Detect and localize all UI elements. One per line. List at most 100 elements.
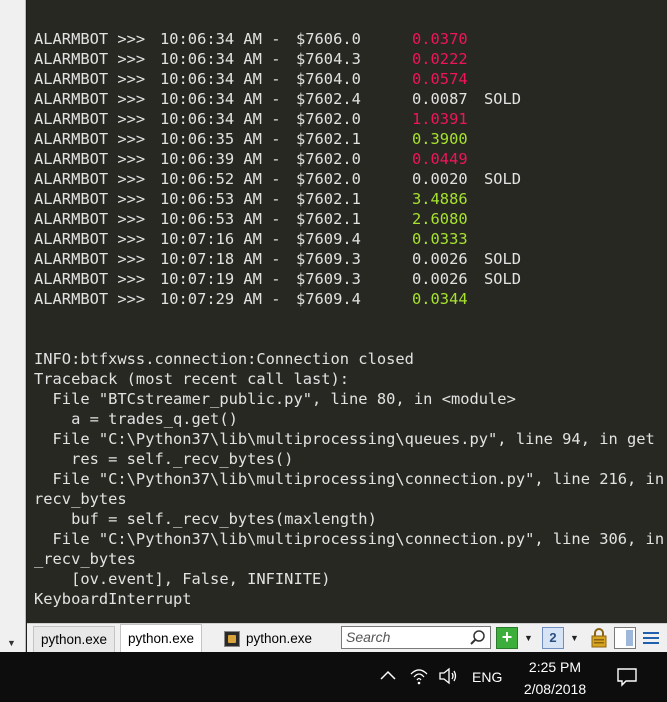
alarm-row: ALARMBOT >>> 10:07:16 AM - $7609.4 0.0333 [34, 229, 667, 249]
alarm-price: $7602.0 [296, 110, 361, 128]
alarm-volume: 0.0026 [412, 270, 468, 288]
alarm-row: ALARMBOT >>> 10:06:34 AM - $7602.4 0.0087 SO… [34, 89, 667, 109]
alarm-note: SOLD [484, 90, 522, 108]
tab-python-1[interactable]: python.exe [33, 626, 116, 652]
traceback-output: INFO:btfxwss.connection:Connection close… [34, 349, 667, 623]
alarm-row: ALARMBOT >>> 10:06:34 AM - $7604.0 0.0574 [34, 69, 667, 89]
alarm-volume: 0.0222 [412, 50, 468, 68]
console-output[interactable]: ALARMBOT >>> 10:06:34 AM - $7606.0 0.0370 AL… [27, 0, 667, 623]
alarm-volume: 0.0333 [412, 230, 468, 248]
alarm-row: ALARMBOT >>> 10:06:39 AM - $7602.0 0.0449 [34, 149, 667, 169]
console-line: _recv_bytes [34, 550, 136, 568]
console-line: File "C:\Python37\lib\multiprocessing\qu… [34, 430, 655, 448]
console-line: KeyboardInterrupt [34, 590, 192, 608]
console-icon [224, 631, 240, 648]
alarm-time: 10:06:34 AM - [160, 110, 281, 128]
alarm-price: $7609.3 [296, 250, 361, 268]
alarm-volume: 0.0020 [412, 170, 468, 188]
alarm-price: $7602.0 [296, 150, 361, 168]
console-line: res = self._recv_bytes() [34, 450, 294, 468]
search-input[interactable]: Search [341, 626, 491, 649]
alarm-price: $7602.1 [296, 210, 361, 228]
alarm-volume: 0.0344 [412, 290, 468, 308]
alarm-time: 10:06:52 AM - [160, 170, 281, 188]
alarm-bot-label: ALARMBOT >>> [34, 290, 146, 308]
alarm-time: 10:07:18 AM - [160, 250, 281, 268]
notifications-icon[interactable] [616, 667, 638, 687]
alarm-time: 10:07:19 AM - [160, 270, 281, 288]
tab-label: python.exe [41, 632, 108, 647]
alarm-time: 10:06:53 AM - [160, 190, 281, 208]
console-line: INFO:btfxwss.connection:Connection close… [34, 350, 414, 368]
alarm-price: $7609.4 [296, 230, 361, 248]
alarm-volume: 0.0574 [412, 70, 468, 88]
alarm-time: 10:07:29 AM - [160, 290, 281, 308]
tab-python-2[interactable]: python.exe [120, 624, 203, 652]
alarm-bot-label: ALARMBOT >>> [34, 130, 146, 148]
clock-time: 2:25 PM [528, 659, 582, 675]
alarm-time: 10:06:39 AM - [160, 150, 281, 168]
alarm-volume: 0.0026 [412, 250, 468, 268]
menu-icon[interactable] [640, 627, 662, 649]
tab-dropdown-icon[interactable]: ▼ [570, 633, 579, 643]
alarm-row: ALARMBOT >>> 10:06:53 AM - $7602.1 2.6080 [34, 209, 667, 229]
tab-label: python.exe [246, 631, 313, 646]
console-tab-bar: python.exe python.exe python.exe Search … [27, 623, 667, 652]
console-line: File "C:\Python37\lib\multiprocessing\co… [34, 470, 665, 488]
volume-icon[interactable] [438, 667, 458, 685]
alarm-bot-label: ALARMBOT >>> [34, 210, 146, 228]
alarm-bot-label: ALARMBOT >>> [34, 50, 146, 68]
alarm-price: $7602.1 [296, 190, 361, 208]
alarm-bot-label: ALARMBOT >>> [34, 30, 146, 48]
chevron-up-icon[interactable] [380, 669, 396, 681]
split-pane-icon[interactable] [614, 627, 636, 649]
console-line: buf = self._recv_bytes(maxlength) [34, 510, 377, 528]
taskbar-clock[interactable]: 2:25 PM 2/08/2018 [510, 656, 600, 700]
alarm-bot-label: ALARMBOT >>> [34, 110, 146, 128]
alarm-price: $7609.3 [296, 270, 361, 288]
alarm-time: 10:06:53 AM - [160, 210, 281, 228]
alarm-row: ALARMBOT >>> 10:07:18 AM - $7609.3 0.0026 SO… [34, 249, 667, 269]
alarm-time: 10:06:35 AM - [160, 130, 281, 148]
search-icon[interactable] [469, 629, 487, 647]
alarm-row: ALARMBOT >>> 10:06:35 AM - $7602.1 0.3900 [34, 129, 667, 149]
alarm-volume: 0.3900 [412, 130, 468, 148]
alarm-volume: 0.0370 [412, 30, 468, 48]
console-line: Traceback (most recent call last): [34, 370, 350, 388]
alarm-volume: 0.0087 [412, 90, 468, 108]
alarm-rows: ALARMBOT >>> 10:06:34 AM - $7606.0 0.0370 AL… [34, 29, 667, 309]
tab-python-3[interactable]: python.exe [217, 626, 319, 652]
scroll-down-arrow-icon[interactable]: ▼ [7, 638, 16, 648]
console-line: recv_bytes [34, 490, 127, 508]
lock-icon[interactable] [588, 627, 610, 649]
alarm-bot-label: ALARMBOT >>> [34, 170, 146, 188]
search-placeholder: Search [346, 629, 391, 645]
alarm-row: ALARMBOT >>> 10:06:34 AM - $7606.0 0.0370 [34, 29, 667, 49]
alarm-bot-label: ALARMBOT >>> [34, 90, 146, 108]
input-language[interactable]: ENG [472, 669, 502, 685]
window-left-frame: ▼ [0, 0, 26, 652]
alarm-time: 10:06:34 AM - [160, 90, 281, 108]
alarm-note: SOLD [484, 170, 522, 188]
alarm-row: ALARMBOT >>> 10:07:19 AM - $7609.3 0.0026 SO… [34, 269, 667, 289]
alarm-bot-label: ALARMBOT >>> [34, 70, 146, 88]
network-icon[interactable] [409, 666, 429, 686]
alarm-price: $7602.1 [296, 130, 361, 148]
alarm-volume: 0.0449 [412, 150, 468, 168]
alarm-volume: 3.4886 [412, 190, 468, 208]
new-console-plus-icon[interactable]: + [496, 627, 518, 649]
alarm-price: $7604.0 [296, 70, 361, 88]
alarm-row: ALARMBOT >>> 10:06:52 AM - $7602.0 0.0020 SO… [34, 169, 667, 189]
alarm-volume: 2.6080 [412, 210, 468, 228]
alarm-bot-label: ALARMBOT >>> [34, 250, 146, 268]
alarm-row: ALARMBOT >>> 10:07:29 AM - $7609.4 0.0344 [34, 289, 667, 309]
alarm-bot-label: ALARMBOT >>> [34, 270, 146, 288]
tab-number-icon[interactable]: 2 [542, 627, 564, 649]
alarm-row: ALARMBOT >>> 10:06:34 AM - $7604.3 0.0222 [34, 49, 667, 69]
console-line: File "BTCstreamer_public.py", line 80, i… [34, 390, 516, 408]
tab-label: python.exe [128, 631, 195, 646]
new-console-dropdown-icon[interactable]: ▼ [524, 633, 533, 643]
alarm-bot-label: ALARMBOT >>> [34, 190, 146, 208]
console-line: a = trades_q.get() [34, 410, 238, 428]
